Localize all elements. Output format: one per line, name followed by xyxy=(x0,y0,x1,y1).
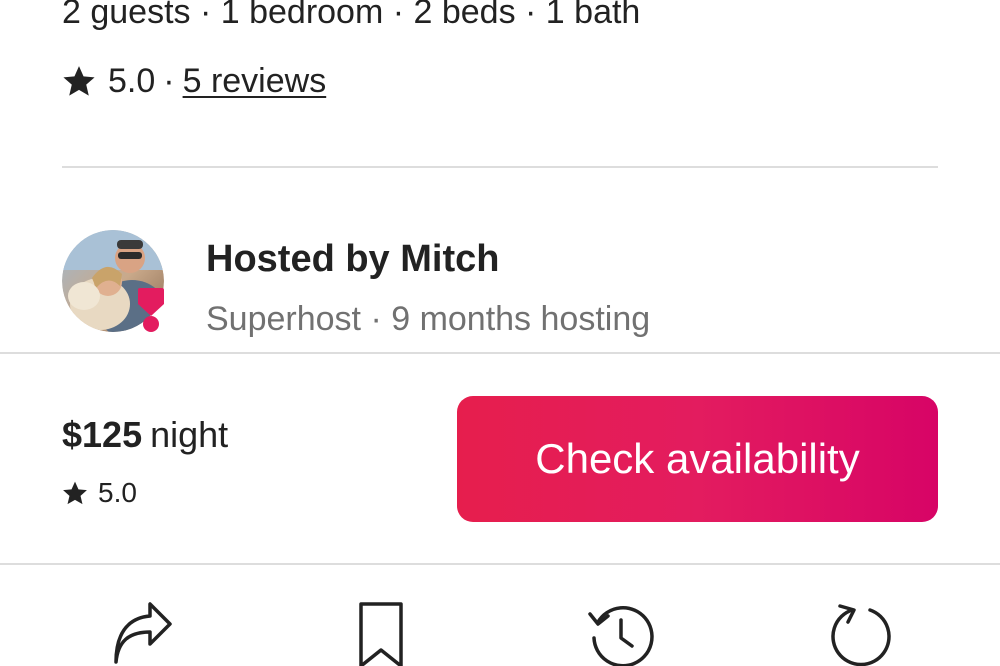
listing-rating-value: 5.0 xyxy=(108,61,156,100)
price-display: $125 night xyxy=(62,412,228,458)
history-button[interactable] xyxy=(586,600,656,666)
host-name: Hosted by Mitch xyxy=(206,238,500,280)
share-icon xyxy=(114,602,172,664)
host-meta: Superhost · 9 months hosting xyxy=(206,300,651,338)
star-icon xyxy=(63,66,95,96)
listing-summary: 2 guests · 1 bedroom · 2 beds · 1 bath xyxy=(62,0,641,31)
footer-rating-value: 5.0 xyxy=(98,477,137,508)
reload-icon xyxy=(831,604,891,666)
host-avatar-container[interactable] xyxy=(62,230,166,334)
toolbar-top-border xyxy=(0,563,1000,565)
reviews-link[interactable]: 5 reviews xyxy=(183,62,327,101)
bookmark-button[interactable] xyxy=(346,600,416,666)
price-amount: $125 xyxy=(62,414,143,455)
star-icon xyxy=(63,481,87,505)
reload-button[interactable] xyxy=(826,600,896,666)
share-button[interactable] xyxy=(106,600,176,666)
rating-separator: · xyxy=(163,61,175,100)
section-divider xyxy=(62,166,938,168)
footer-top-border xyxy=(0,352,1000,354)
check-availability-button[interactable]: Check availability xyxy=(457,396,938,522)
price-unit: night xyxy=(150,414,229,455)
footer-rating: 5.0 xyxy=(62,474,137,512)
bookmark-icon xyxy=(359,602,403,666)
listing-page: 2 guests · 1 bedroom · 2 beds · 1 bath 5… xyxy=(0,0,1000,666)
history-icon xyxy=(588,606,654,666)
superhost-badge-icon xyxy=(138,288,164,332)
listing-rating-row: 5.0 · 5 reviews xyxy=(62,56,326,106)
